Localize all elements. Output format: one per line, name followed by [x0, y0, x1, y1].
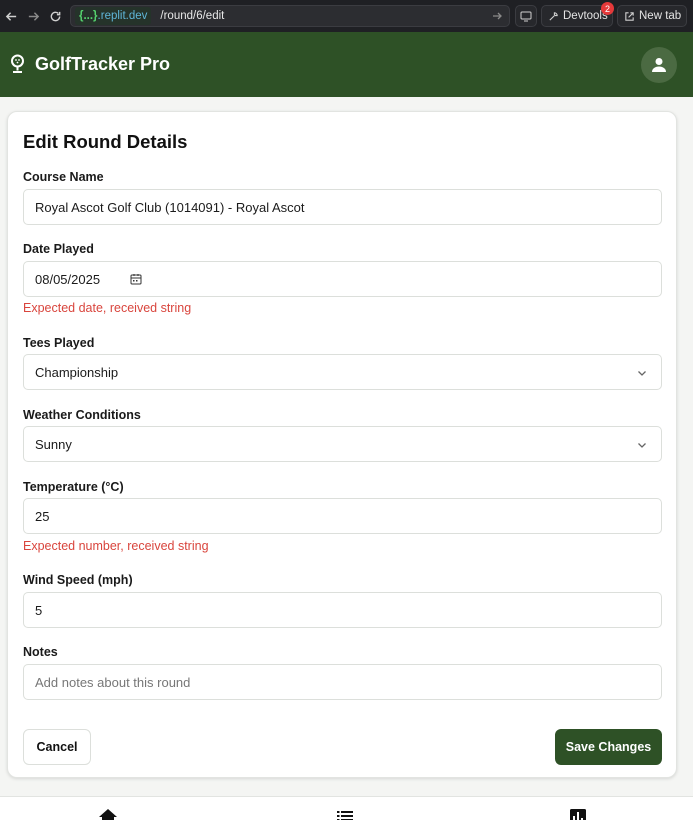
url-domain: {...} .replit.dev	[75, 7, 152, 25]
url-domain-text: .replit.dev	[97, 10, 148, 22]
course-name-label: Course Name	[23, 170, 104, 184]
url-path: /round/6/edit	[160, 10, 225, 22]
date-error-message: Expected date, received string	[23, 301, 192, 315]
user-icon	[652, 58, 666, 72]
nav-stats[interactable]	[568, 807, 588, 820]
browser-toolbar: {...} .replit.dev /round/6/edit Devtools…	[0, 0, 693, 32]
weather-conditions-select[interactable]: Sunny	[23, 426, 662, 462]
chevron-down-icon	[638, 443, 646, 448]
page-title: Edit Round Details	[23, 131, 188, 152]
replit-badge: {...}	[79, 10, 98, 22]
devtools-button[interactable]: Devtools 2	[541, 2, 614, 27]
monitor-icon	[520, 11, 532, 22]
home-icon	[99, 809, 117, 820]
list-icon	[337, 811, 353, 820]
user-menu-button[interactable]	[641, 47, 677, 83]
back-icon	[5, 11, 16, 21]
temperature-label: Temperature (°C)	[23, 480, 124, 494]
tees-played-select[interactable]: Championship	[23, 354, 662, 390]
date-played-field[interactable]: 08/05/2025	[23, 261, 662, 297]
nav-home[interactable]	[98, 807, 118, 820]
app-title: GolfTracker Pro	[35, 54, 171, 74]
reload-button[interactable]	[44, 0, 66, 32]
golf-pin-icon	[11, 54, 24, 73]
tees-played-label: Tees Played	[23, 336, 95, 350]
temperature-error-message: Expected number, received string	[23, 539, 209, 553]
save-changes-button[interactable]: Save Changes	[555, 729, 662, 765]
wind-speed-label: Wind Speed (mph)	[23, 573, 133, 587]
notes-input[interactable]	[35, 674, 661, 690]
new-tab-label: New tab	[639, 10, 682, 22]
notes-label: Notes	[23, 645, 58, 659]
edit-round-card: Edit Round Details Course Name Royal Asc…	[7, 111, 677, 778]
course-name-value: Royal Ascot Golf Club (1014091) - Royal …	[35, 199, 305, 215]
weather-conditions-label: Weather Conditions	[23, 408, 141, 422]
reload-icon	[50, 11, 60, 21]
temperature-field[interactable]: 25	[23, 498, 662, 534]
date-played-label: Date Played	[23, 242, 94, 256]
wind-speed-value: 5	[35, 602, 43, 618]
devtools-badge: 2	[601, 2, 614, 15]
wrench-icon	[549, 11, 558, 21]
weather-conditions-value: Sunny	[35, 436, 72, 452]
wind-speed-field[interactable]: 5	[23, 592, 662, 628]
course-name-field[interactable]: Royal Ascot Golf Club (1014091) - Royal …	[23, 189, 662, 225]
cancel-button[interactable]: Cancel	[23, 729, 91, 765]
calendar-icon[interactable]	[130, 273, 142, 285]
back-button[interactable]	[0, 0, 22, 32]
app-header: GolfTracker Pro	[0, 32, 693, 97]
forward-button[interactable]	[22, 0, 44, 32]
tees-played-value: Championship	[35, 364, 119, 380]
temperature-value: 25	[35, 508, 50, 524]
chart-icon	[570, 809, 586, 820]
date-played-value: 08/05/2025	[35, 271, 101, 287]
go-arrow-icon[interactable]	[491, 10, 503, 22]
notes-field[interactable]	[23, 664, 662, 700]
nav-rounds-list[interactable]	[335, 807, 355, 820]
new-tab-button[interactable]: New tab	[617, 5, 687, 27]
bottom-navigation	[0, 796, 693, 820]
address-bar[interactable]: {...} .replit.dev /round/6/edit	[70, 5, 510, 27]
chevron-down-icon	[638, 371, 646, 376]
forward-icon	[28, 11, 39, 21]
external-link-icon	[625, 11, 634, 21]
screen-button[interactable]	[515, 5, 537, 27]
